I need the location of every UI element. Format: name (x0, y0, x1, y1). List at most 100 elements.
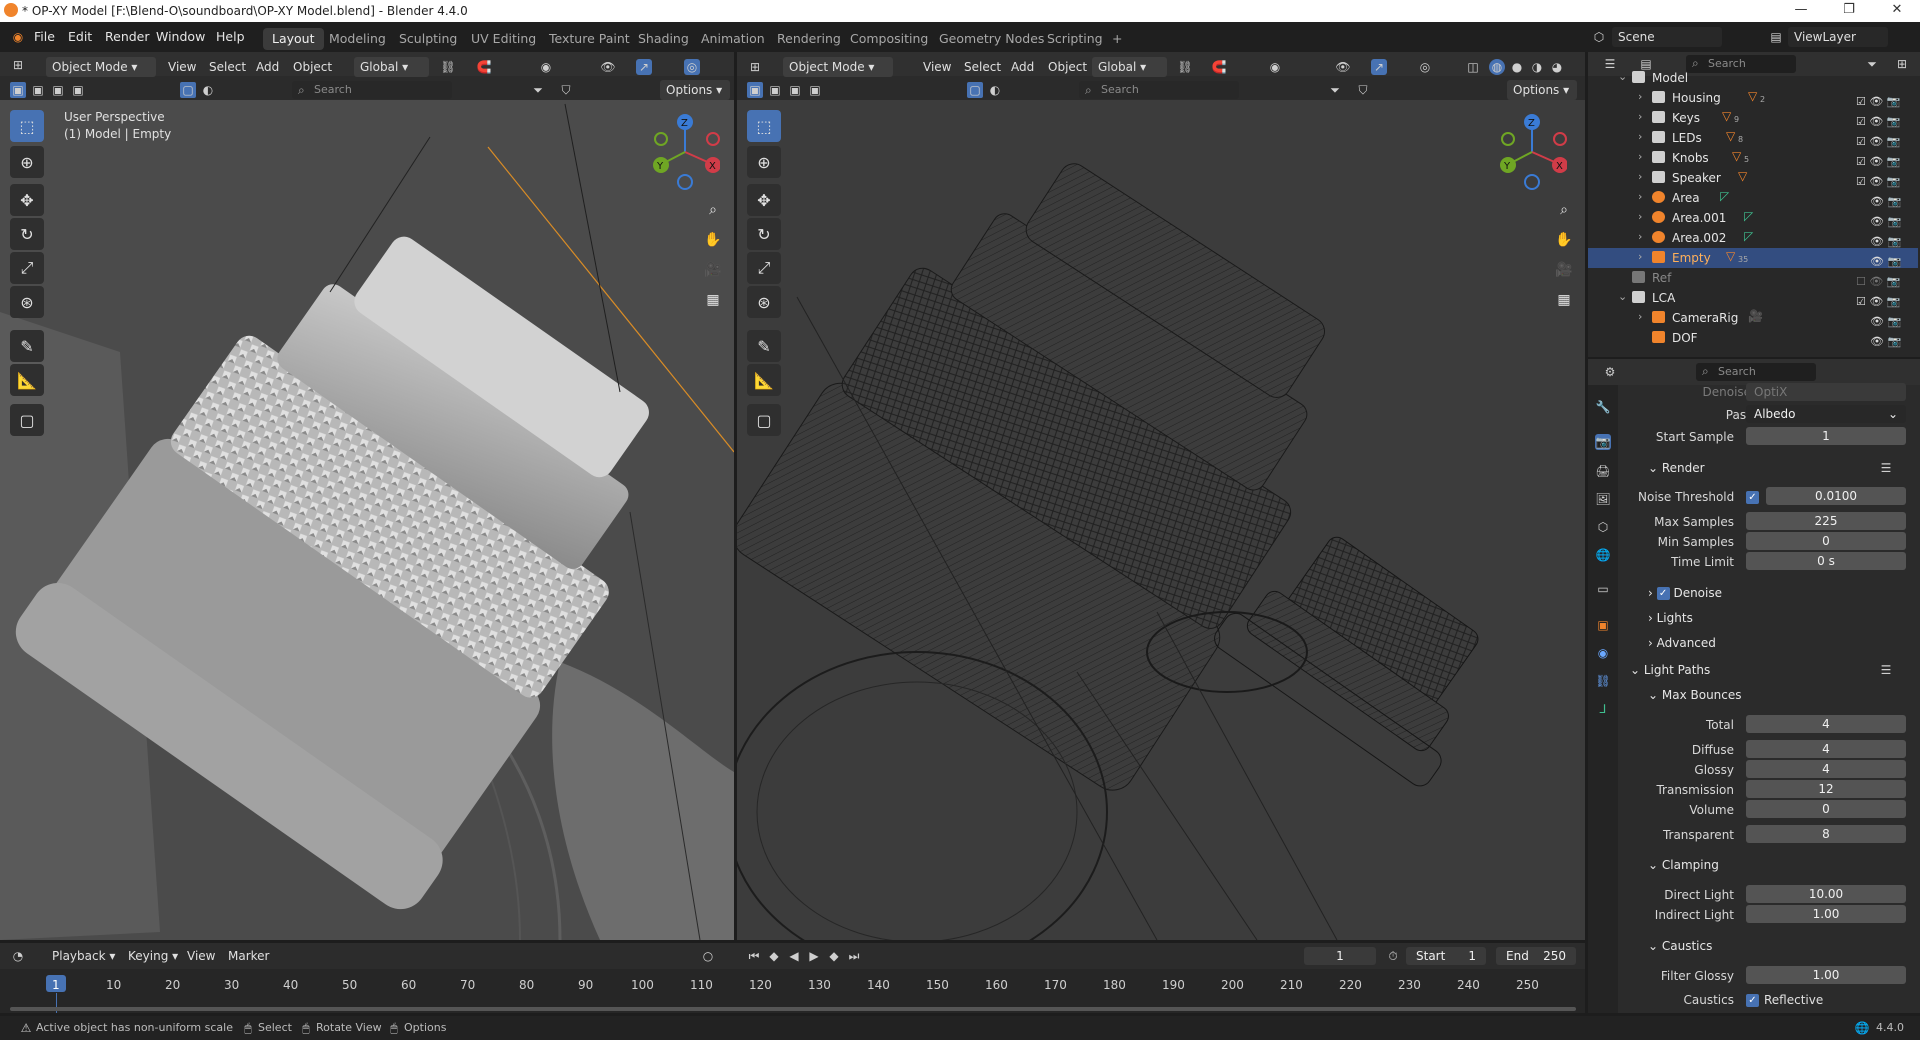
select-mode-extend-icon[interactable]: ▣ (50, 82, 66, 98)
visibility-columns[interactable]: ☑ 👁 📷 ☑ 👁 📷 ☑ 👁 📷 ☑ 👁 📷 ☑ 👁 📷 👁 📷 👁 📷 👁 … (1856, 92, 1916, 352)
snap-icon[interactable]: 🧲 (1211, 59, 1227, 75)
denoise-checkbox[interactable]: ✓ (1656, 587, 1670, 600)
mode-selector[interactable]: Object Mode ▾ (46, 57, 156, 77)
viewport-right[interactable]: ⊞ Object Mode ▾ View Select Add Object G… (737, 52, 1585, 940)
viewlayer-selector[interactable]: ViewLayer (1788, 27, 1888, 47)
keying-menu[interactable]: Keying ▾ (128, 949, 178, 963)
filter-mesh-icon[interactable]: ▢ (967, 82, 983, 98)
tool-tab-icon[interactable]: 🔧 (1595, 399, 1611, 415)
scene-selector[interactable]: Scene (1612, 27, 1722, 47)
auto-keying-icon[interactable]: ○ (700, 948, 716, 964)
view-layer-tab-icon[interactable]: 🖼 (1595, 491, 1611, 507)
visibility-icon[interactable]: 👁 (1335, 59, 1351, 75)
menu-select[interactable]: Select (209, 60, 246, 74)
tool-select[interactable]: ⬚ (10, 110, 44, 142)
expand-icon[interactable]: ⌄ (1618, 290, 1627, 303)
solid-shading-icon[interactable]: ● (1509, 59, 1525, 75)
direct-light-field[interactable]: 10.00 (1746, 885, 1906, 903)
zoom-icon[interactable]: ⌕ (700, 197, 726, 223)
tool-measure[interactable]: 📐 (747, 364, 781, 396)
visibility-row[interactable]: 👁 📷 (1856, 212, 1916, 232)
tab-modeling[interactable]: Modeling (320, 28, 395, 50)
pan-hand-icon[interactable]: ✋ (1551, 227, 1577, 253)
start-frame-field[interactable]: Start 1 (1406, 947, 1486, 965)
gizmo-toggle-icon[interactable]: ↗ (636, 59, 652, 75)
tab-animation[interactable]: Animation (692, 28, 774, 50)
add-workspace-button[interactable]: + (1103, 28, 1131, 50)
constraints-tab-icon[interactable]: ⛓ (1595, 673, 1611, 689)
tool-transform[interactable]: ⊛ (10, 286, 44, 318)
tool-add-cube[interactable]: ▢ (10, 404, 44, 436)
tool-scale[interactable]: ⤢ (10, 252, 44, 284)
diffuse-field[interactable]: 4 (1746, 740, 1906, 758)
visibility-row[interactable]: 👁 📷 (1856, 192, 1916, 212)
expand-icon[interactable]: › (1638, 110, 1642, 123)
filter-mesh-icon[interactable]: ▢ (180, 82, 196, 98)
navigation-gizmo[interactable]: Z X Y (1497, 112, 1567, 192)
options-button[interactable]: Options ▾ (1507, 80, 1577, 100)
transmission-field[interactable]: 12 (1746, 780, 1906, 798)
outliner-row-model[interactable]: ⌄ Model (1588, 68, 1918, 88)
tool-rotate[interactable]: ↻ (10, 218, 44, 250)
expand-icon[interactable]: › (1638, 310, 1642, 323)
perspective-grid-icon[interactable]: ▦ (700, 287, 726, 313)
visibility-row[interactable]: ☑ 👁 📷 (1856, 132, 1916, 152)
tab-shading[interactable]: Shading (629, 28, 698, 50)
editor-type-icon[interactable]: ⊞ (10, 57, 26, 73)
transparent-field[interactable]: 8 (1746, 825, 1906, 843)
max-samples-field[interactable]: 225 (1746, 512, 1906, 530)
filter-sphere-icon[interactable]: ◐ (987, 82, 1003, 98)
options-button[interactable]: Options ▾ (660, 80, 730, 100)
filter-sphere-icon[interactable]: ◐ (200, 82, 216, 98)
shield-icon[interactable]: ⛉ (558, 82, 574, 98)
menu-add[interactable]: Add (1011, 60, 1034, 74)
expand-icon[interactable]: › (1638, 90, 1642, 103)
tool-annotate[interactable]: ✎ (10, 330, 44, 362)
expand-icon[interactable]: › (1638, 250, 1642, 263)
physics-tab-icon[interactable]: ◉ (1595, 645, 1611, 661)
expand-icon[interactable]: › (1638, 230, 1642, 243)
visibility-row[interactable]: 👁 📷 (1856, 332, 1916, 352)
snap-icon[interactable]: 🧲 (476, 59, 492, 75)
rendered-shading-icon[interactable]: ◕ (1549, 59, 1565, 75)
volume-field[interactable]: 0 (1746, 800, 1906, 818)
world-tab-icon[interactable]: 🌐 (1595, 547, 1611, 563)
play-icon[interactable]: ▶ (806, 948, 822, 964)
denoise-section-header[interactable]: › ✓ Denoise (1648, 586, 1722, 600)
pivot-icon[interactable]: ⛓ (1177, 59, 1193, 75)
noise-threshold-checkbox[interactable]: ✓ (1746, 491, 1759, 504)
expand-icon[interactable]: › (1638, 150, 1642, 163)
menu-object[interactable]: Object (1048, 60, 1087, 74)
select-mode-subtract-icon[interactable]: ▣ (70, 82, 86, 98)
pivot-icon[interactable]: ⛓ (440, 59, 456, 75)
tool-add-cube[interactable]: ▢ (747, 404, 781, 436)
menu-edit[interactable]: Edit (68, 29, 92, 44)
expand-icon[interactable]: › (1638, 190, 1642, 203)
tab-sculpting[interactable]: Sculpting (390, 28, 466, 50)
start-sample-field[interactable]: 1 (1746, 427, 1906, 445)
visibility-row[interactable]: ☑ 👁 📷 (1856, 152, 1916, 172)
list-icon[interactable]: ☰ (1878, 662, 1894, 678)
perspective-grid-icon[interactable]: ▦ (1551, 287, 1577, 313)
indirect-light-field[interactable]: 1.00 (1746, 905, 1906, 923)
object-tab-icon[interactable]: ▣ (1595, 617, 1611, 633)
passes-dropdown[interactable]: Albedo ⌄ (1746, 405, 1906, 423)
menu-select[interactable]: Select (964, 60, 1001, 74)
timeline-view-menu[interactable]: View (187, 949, 215, 963)
render-section-header[interactable]: ⌄ Render (1648, 461, 1705, 475)
end-frame-field[interactable]: End 250 (1496, 947, 1576, 965)
select-mode-new-icon[interactable]: ▣ (30, 82, 46, 98)
tab-compositing[interactable]: Compositing (841, 28, 937, 50)
overlay-toggle-icon[interactable]: ◎ (684, 59, 700, 75)
denoiser-dropdown[interactable]: OptiX (1746, 383, 1906, 401)
camera-view-icon[interactable]: 🎥 (700, 257, 726, 283)
visibility-row[interactable]: 👁 📷 (1856, 312, 1916, 332)
tab-layout[interactable]: Layout (263, 28, 324, 50)
tool-rotate[interactable]: ↻ (747, 218, 781, 250)
maximize-button[interactable]: ❐ (1826, 0, 1872, 22)
menu-view[interactable]: View (923, 60, 951, 74)
timeline-scrollbar[interactable] (10, 1007, 1576, 1011)
time-limit-field[interactable]: 0 s (1746, 552, 1906, 570)
tool-annotate[interactable]: ✎ (747, 330, 781, 362)
collection-tab-icon[interactable]: ▭ (1595, 581, 1611, 597)
